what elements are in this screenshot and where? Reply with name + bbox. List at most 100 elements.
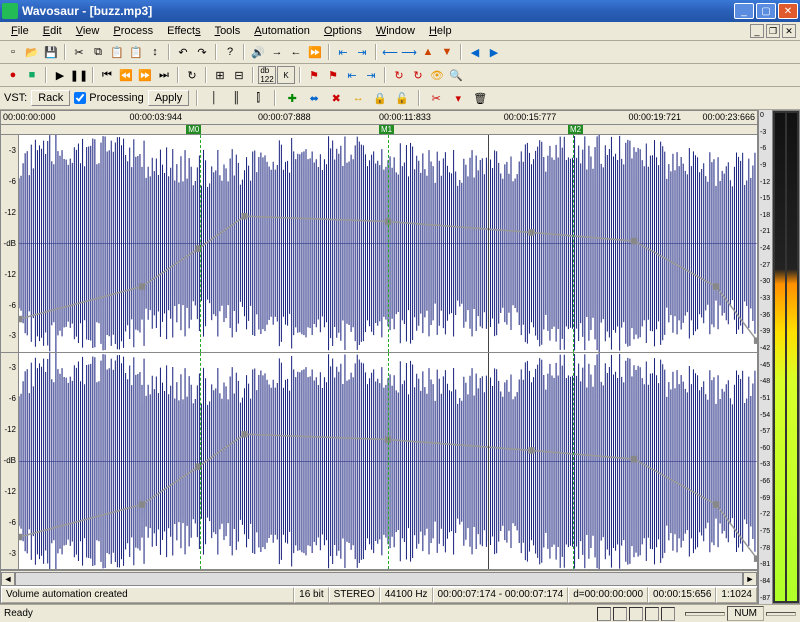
vst-apply-button[interactable]: Apply: [148, 90, 190, 106]
menu-help[interactable]: Help: [422, 23, 459, 39]
help-button[interactable]: ?: [221, 43, 239, 61]
goright-button[interactable]: ⟶: [400, 43, 418, 61]
tri4-button[interactable]: ▶: [485, 43, 503, 61]
open-button[interactable]: 📂: [23, 43, 41, 61]
bass-button[interactable]: db122: [258, 66, 276, 84]
pause-button[interactable]: ❚❚: [70, 66, 88, 84]
env-trash-button[interactable]: 🗑: [471, 89, 489, 107]
loop-del-button[interactable]: ↻: [409, 66, 427, 84]
paste-button[interactable]: 📋: [108, 43, 126, 61]
waveform-channel-left[interactable]: [19, 135, 757, 352]
status-rate: 44100 Hz: [380, 587, 433, 603]
loop-add-button[interactable]: ↻: [390, 66, 408, 84]
kick-button[interactable]: K: [277, 66, 295, 84]
scroll-left-button[interactable]: ◄: [1, 572, 15, 586]
meter-right: [787, 113, 797, 601]
env-lock-button[interactable]: 🔒: [371, 89, 389, 107]
cut-button[interactable]: ✂: [70, 43, 88, 61]
menu-options[interactable]: Options: [317, 23, 369, 39]
save-button[interactable]: 💾: [42, 43, 60, 61]
env-line1-icon[interactable]: │: [205, 89, 223, 107]
nav-l-button[interactable]: ←: [287, 43, 305, 61]
eye-icon[interactable]: 👁: [428, 66, 446, 84]
playback-cursor[interactable]: [488, 353, 489, 570]
stop-button[interactable]: ■: [23, 66, 41, 84]
menu-window[interactable]: Window: [369, 23, 422, 39]
marker-m0[interactable]: M0: [186, 125, 201, 134]
scroll-right-button[interactable]: ►: [743, 572, 757, 586]
waveform-channel-right[interactable]: [19, 353, 757, 570]
db-scale-right: -3-6-12-dB-12-6-3: [1, 353, 19, 570]
app-icon: [2, 3, 18, 19]
sync1-button[interactable]: ⊞: [211, 66, 229, 84]
goleft-button[interactable]: ⟵: [381, 43, 399, 61]
tri3-button[interactable]: ◀: [466, 43, 484, 61]
redo-button[interactable]: ↷: [193, 43, 211, 61]
status-length: 00:00:15:656: [648, 587, 716, 603]
status-num: NUM: [727, 606, 764, 621]
playback-cursor[interactable]: [488, 135, 489, 352]
status-duration: d=00:00:00:000: [568, 587, 648, 603]
play-button[interactable]: ▶: [51, 66, 69, 84]
selstart-button[interactable]: ⇤: [334, 43, 352, 61]
tri2-button[interactable]: ▼: [438, 43, 456, 61]
marker-m1[interactable]: M1: [379, 125, 394, 134]
tri1-button[interactable]: ▲: [419, 43, 437, 61]
fastfwd-button[interactable]: ⏩: [136, 66, 154, 84]
env-line2-icon[interactable]: ║: [227, 89, 245, 107]
mark-right-button[interactable]: ⇥: [362, 66, 380, 84]
loop-button[interactable]: ↻: [183, 66, 201, 84]
new-button[interactable]: ▫: [4, 43, 22, 61]
rewind-button[interactable]: ⏪: [117, 66, 135, 84]
env-line3-icon[interactable]: ⫿: [249, 89, 267, 107]
selend-button[interactable]: ⇥: [353, 43, 371, 61]
maximize-button[interactable]: ▢: [756, 3, 776, 19]
marker-line: [388, 353, 389, 570]
undo-button[interactable]: ↶: [174, 43, 192, 61]
menu-file[interactable]: File: [4, 23, 36, 39]
env-add-button[interactable]: ✚: [283, 89, 301, 107]
ffwd-button[interactable]: ⏩: [306, 43, 324, 61]
menu-automation[interactable]: Automation: [247, 23, 317, 39]
record-button[interactable]: ●: [4, 66, 22, 84]
sync2-button[interactable]: ⊟: [230, 66, 248, 84]
title-bar: Wavosaur - [buzz.mp3] _ ▢ ✕: [0, 0, 800, 22]
menu-edit[interactable]: Edit: [36, 23, 69, 39]
paste2-button[interactable]: 📋: [127, 43, 145, 61]
mdi-restore[interactable]: ❐: [766, 24, 780, 38]
horizontal-scrollbar[interactable]: ◄ ►: [1, 570, 757, 586]
swap-button[interactable]: ↕: [146, 43, 164, 61]
skip-next-button[interactable]: ⏭: [155, 66, 173, 84]
minimize-button[interactable]: _: [734, 3, 754, 19]
menu-tools[interactable]: Tools: [208, 23, 248, 39]
menu-effects[interactable]: Effects: [160, 23, 207, 39]
env-cut-button[interactable]: ✂: [427, 89, 445, 107]
copy-button[interactable]: ⧉: [89, 43, 107, 61]
mdi-minimize[interactable]: _: [750, 24, 764, 38]
vst-processing-check[interactable]: Processing: [74, 92, 143, 104]
env-down-button[interactable]: ▾: [449, 89, 467, 107]
mdi-close[interactable]: ✕: [782, 24, 796, 38]
vst-rack-button[interactable]: Rack: [31, 90, 70, 106]
mark-add-button[interactable]: ⚑: [305, 66, 323, 84]
mark-del-button[interactable]: ⚑: [324, 66, 342, 84]
env-sel-button[interactable]: ↔: [349, 89, 367, 107]
env-del-button[interactable]: ✖: [327, 89, 345, 107]
nav-r-button[interactable]: →: [268, 43, 286, 61]
scroll-track[interactable]: [15, 572, 743, 586]
toolbar-2: ● ■ ▶ ❚❚ ⏮ ⏪ ⏩ ⏭ ↻ ⊞ ⊟ db122 K ⚑ ⚑ ⇤ ⇥ ↻…: [0, 64, 800, 87]
skip-prev-button[interactable]: ⏮: [98, 66, 116, 84]
status-icon: [661, 607, 675, 621]
menu-process[interactable]: Process: [106, 23, 160, 39]
toolbar-1: ▫ 📂 💾 ✂ ⧉ 📋 📋 ↕ ↶ ↷ ? 🔊 → ← ⏩ ⇤ ⇥ ⟵ ⟶ ▲ …: [0, 41, 800, 64]
env-move-button[interactable]: ⬌: [305, 89, 323, 107]
menu-view[interactable]: View: [69, 23, 107, 39]
mark-left-button[interactable]: ⇤: [343, 66, 361, 84]
volume-button[interactable]: 🔊: [249, 43, 267, 61]
env-unlock-button[interactable]: 🔓: [393, 89, 411, 107]
marker-m2[interactable]: M2: [568, 125, 583, 134]
time-ruler[interactable]: 00:00:00:000 00:00:03:944 00:00:07:888 0…: [1, 111, 757, 125]
zoom-button[interactable]: 🔍: [447, 66, 465, 84]
close-button[interactable]: ✕: [778, 3, 798, 19]
marker-bar[interactable]: M0 M1 M2: [1, 125, 757, 135]
